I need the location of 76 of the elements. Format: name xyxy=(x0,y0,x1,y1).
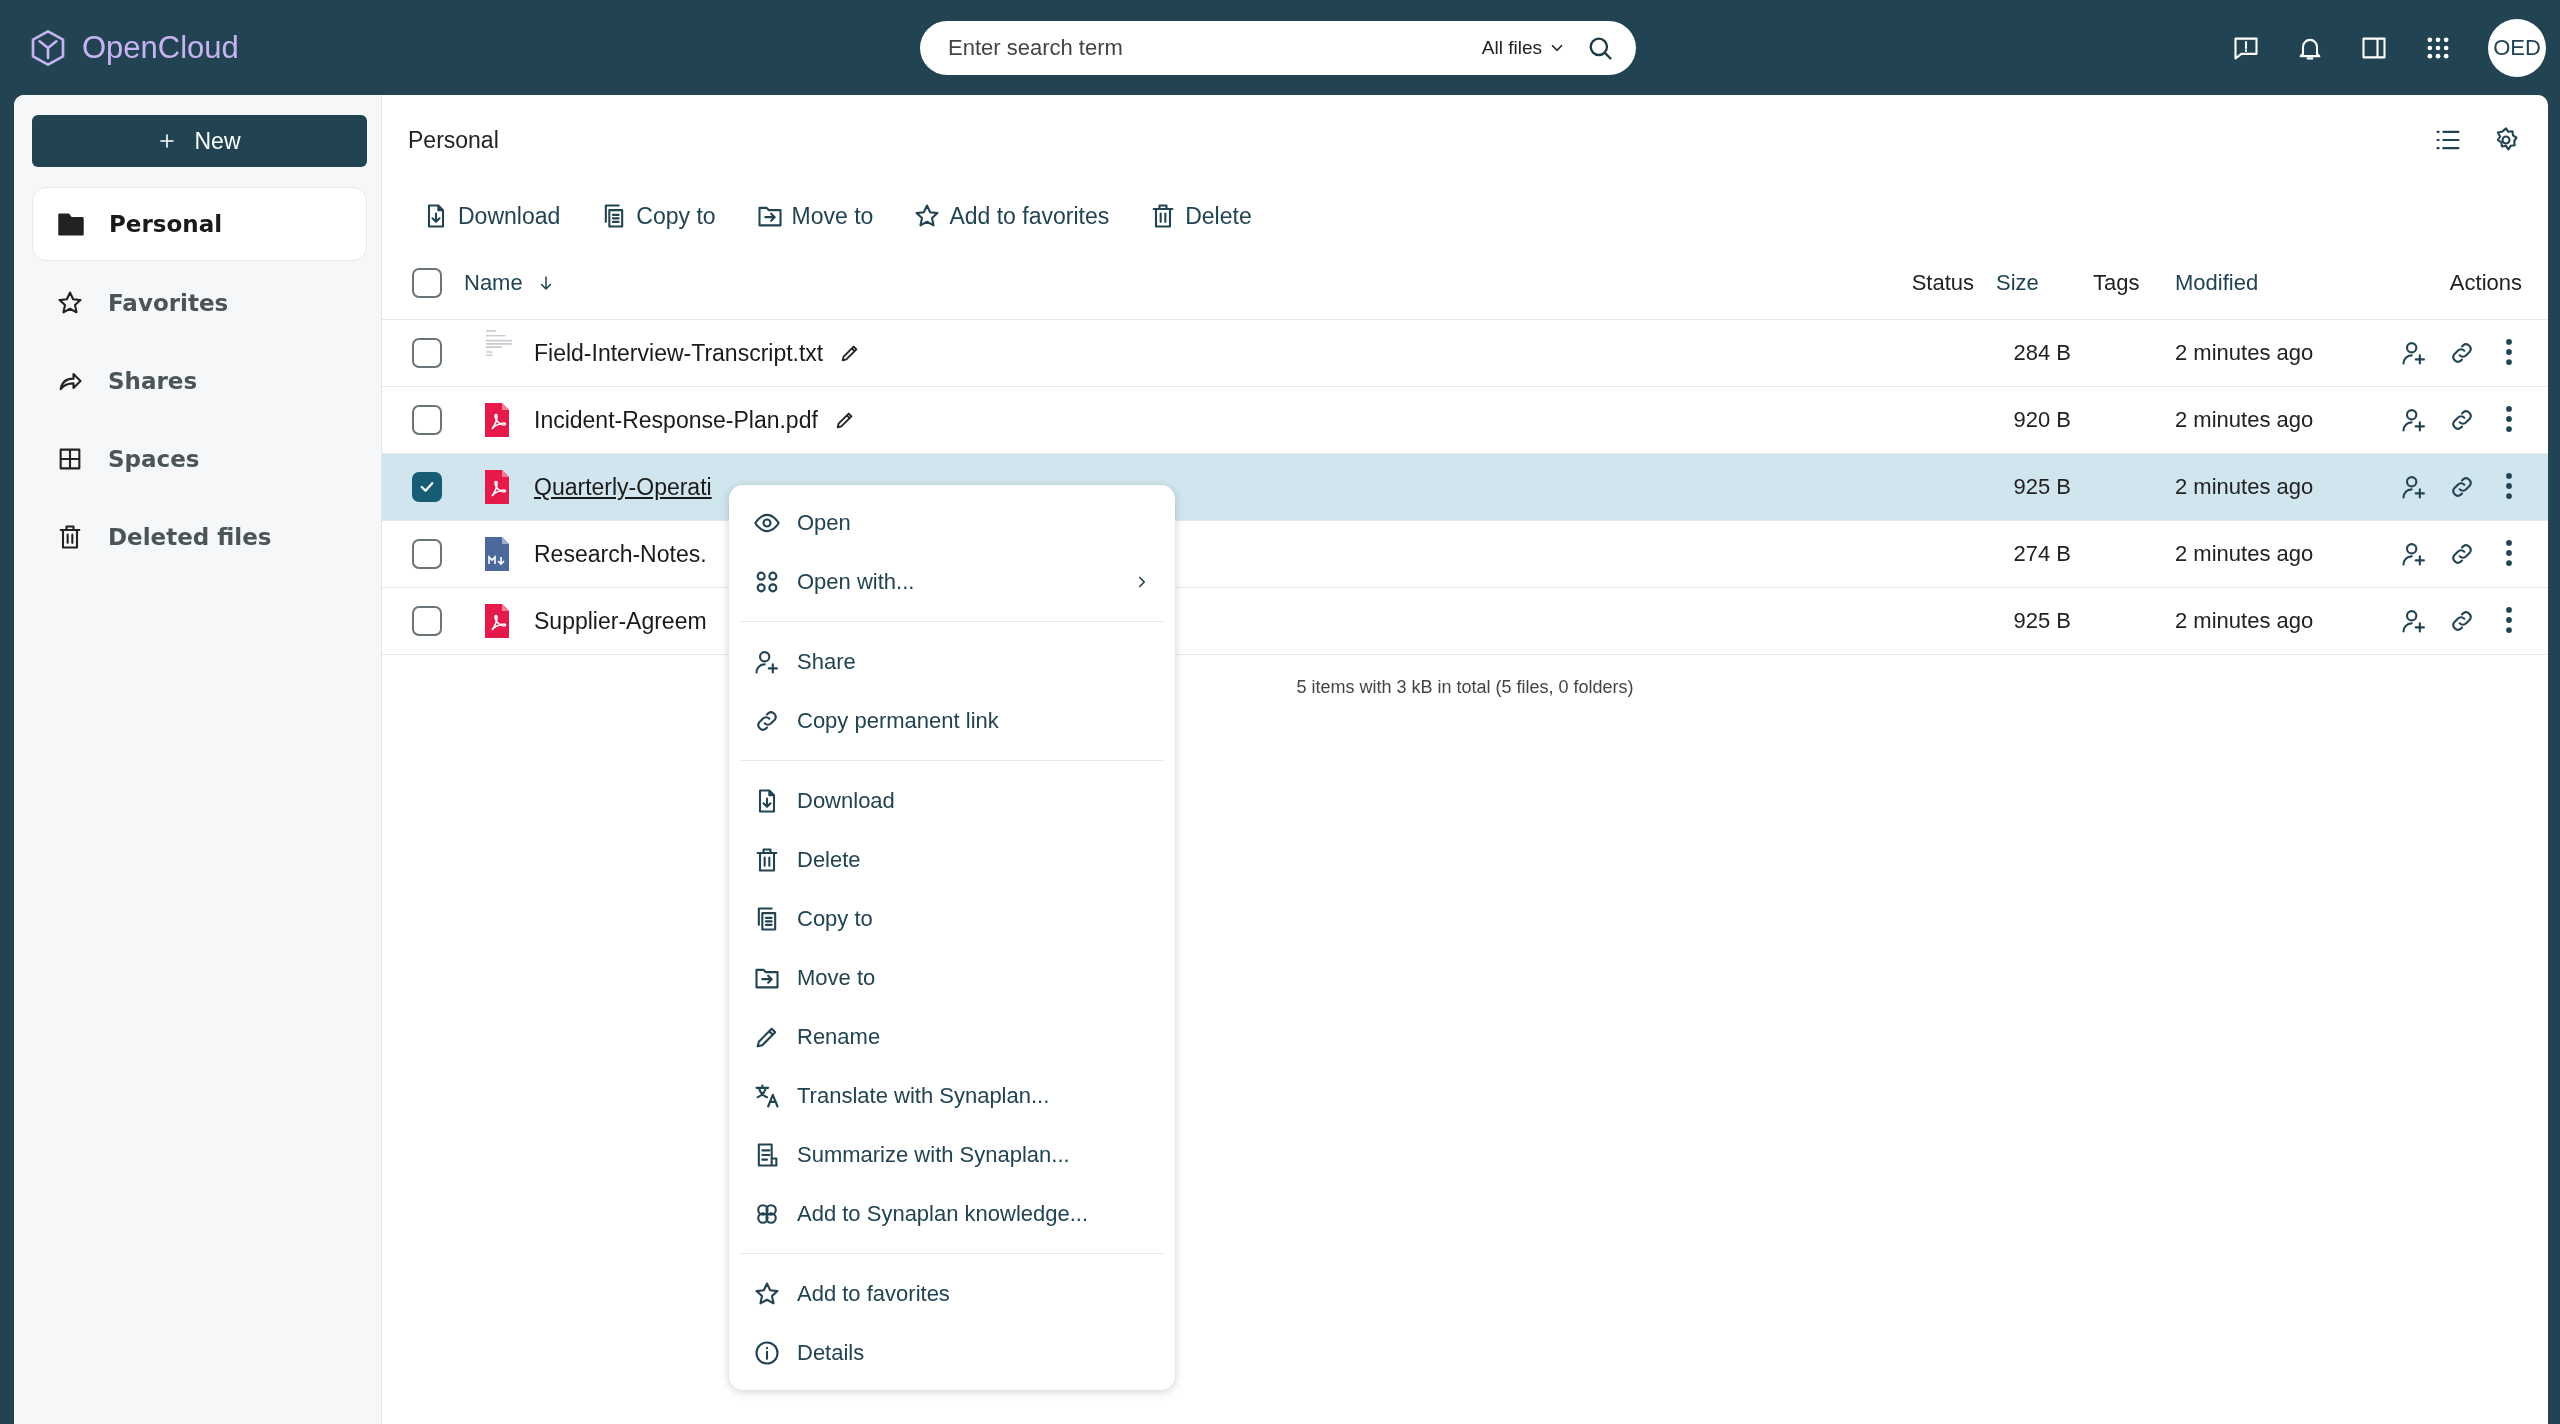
summary-text: 5 items with 3 kB in total (5 files, 0 folders) xyxy=(1296,677,1634,697)
app-logo-text: OpenCloud xyxy=(82,29,239,66)
table-cell-text: 2 minutes ago xyxy=(2175,474,2315,500)
menu-item[interactable]: Add to Synaplan knowledge... xyxy=(741,1184,1163,1243)
table-cell-text: 2 minutes ago xyxy=(2175,541,2315,567)
table-cell-text: 2 minutes ago xyxy=(2175,407,2315,433)
breadcrumb[interactable]: Personal xyxy=(408,126,499,154)
table-cell-text: 925 B xyxy=(2012,474,2071,500)
file-name-link[interactable]: Field-Interview-Transcript.txt xyxy=(534,339,824,367)
table-cell-text: 2 minutes ago xyxy=(2175,340,2315,366)
row-checkbox[interactable] xyxy=(412,405,442,435)
row-checkbox[interactable] xyxy=(412,338,442,368)
sidebar-item[interactable]: Spaces xyxy=(32,423,367,495)
new-button[interactable]: New xyxy=(32,115,367,167)
table-cell-text: 925 B xyxy=(2012,608,2071,634)
table-cell-text: 2 minutes ago xyxy=(2175,608,2315,634)
column-header: Actions xyxy=(2449,270,2522,296)
menu-item[interactable]: Details xyxy=(741,1323,1163,1382)
file-name-link[interactable]: Quarterly-Operati xyxy=(534,473,712,501)
add-user-icon xyxy=(2400,339,2428,367)
plus-icon xyxy=(158,132,177,150)
menu-item[interactable]: Download xyxy=(741,771,1163,830)
menu-item[interactable]: Add to favorites xyxy=(741,1264,1163,1323)
menu-item[interactable]: Delete xyxy=(741,830,1163,889)
markdown-file-icon xyxy=(482,536,512,572)
info-icon xyxy=(753,1338,781,1367)
toolbar-button[interactable]: Copy to xyxy=(600,202,716,230)
menu-item[interactable]: Share xyxy=(741,632,1163,691)
add-user-icon xyxy=(2400,540,2428,568)
search-field[interactable]: Enter search term All files xyxy=(920,20,1636,75)
more-icon[interactable] xyxy=(2506,607,2512,633)
menu-item[interactable]: Copy permanent link xyxy=(741,691,1163,750)
translate-icon xyxy=(753,1081,781,1110)
column-header: Tags xyxy=(2093,270,2140,296)
user-avatar[interactable]: OED xyxy=(2488,18,2546,77)
row-checkbox[interactable] xyxy=(412,606,442,636)
add-user-icon xyxy=(2400,607,2428,635)
toolbar-button[interactable]: Download xyxy=(422,202,561,230)
add-user-icon xyxy=(2400,406,2428,434)
sidebar-item[interactable]: Shares xyxy=(32,345,367,417)
pdf-file-icon xyxy=(482,469,512,505)
toolbar-button[interactable]: Move to xyxy=(755,202,874,230)
table-cell-text: 920 B xyxy=(2012,407,2071,433)
file-name-link[interactable]: Supplier-Agreem xyxy=(534,607,707,635)
menu-item[interactable]: Move to xyxy=(741,948,1163,1007)
column-header: Status xyxy=(1911,270,1974,296)
file-name-link[interactable]: Research-Notes. xyxy=(534,540,707,568)
more-icon[interactable] xyxy=(2506,406,2512,432)
more-icon[interactable] xyxy=(2506,540,2512,566)
table-cell-text: 284 B xyxy=(2012,340,2071,366)
row-checkbox[interactable] xyxy=(412,472,442,502)
pdf-file-icon xyxy=(482,603,512,639)
toolbar-button[interactable]: Delete xyxy=(1149,202,1252,230)
sidebar-item[interactable]: Favorites xyxy=(32,267,367,339)
toolbar-button[interactable]: Add to favorites xyxy=(913,202,1110,230)
more-icon[interactable] xyxy=(2506,473,2512,499)
menu-item[interactable]: Copy to xyxy=(741,889,1163,948)
column-header[interactable]: Name xyxy=(464,270,523,296)
menu-item[interactable]: Open xyxy=(741,493,1163,552)
sidebar-item[interactable]: Deleted files xyxy=(32,501,367,573)
column-header[interactable]: Size xyxy=(1996,270,2039,296)
pdf-file-icon xyxy=(482,402,512,438)
menu-item[interactable]: Rename xyxy=(741,1007,1163,1066)
sidebar-item[interactable]: Personal xyxy=(32,187,367,261)
menu-item[interactable]: Open with... xyxy=(741,552,1163,611)
menu-item[interactable]: Summarize with Synaplan... xyxy=(741,1125,1163,1184)
table-cell-text: 274 B xyxy=(2012,541,2071,567)
scope-dropdown[interactable]: All files xyxy=(1481,36,1566,59)
row-checkbox[interactable] xyxy=(412,539,442,569)
column-header[interactable]: Modified xyxy=(2175,270,2259,296)
more-icon[interactable] xyxy=(2506,339,2512,365)
text-file-thumbnail xyxy=(486,330,512,356)
menu-item[interactable]: Translate with Synaplan... xyxy=(741,1066,1163,1125)
file-name-link[interactable]: Incident-Response-Plan.pdf xyxy=(534,406,818,434)
select-all-checkbox[interactable] xyxy=(412,268,442,298)
add-user-icon xyxy=(2400,473,2428,501)
